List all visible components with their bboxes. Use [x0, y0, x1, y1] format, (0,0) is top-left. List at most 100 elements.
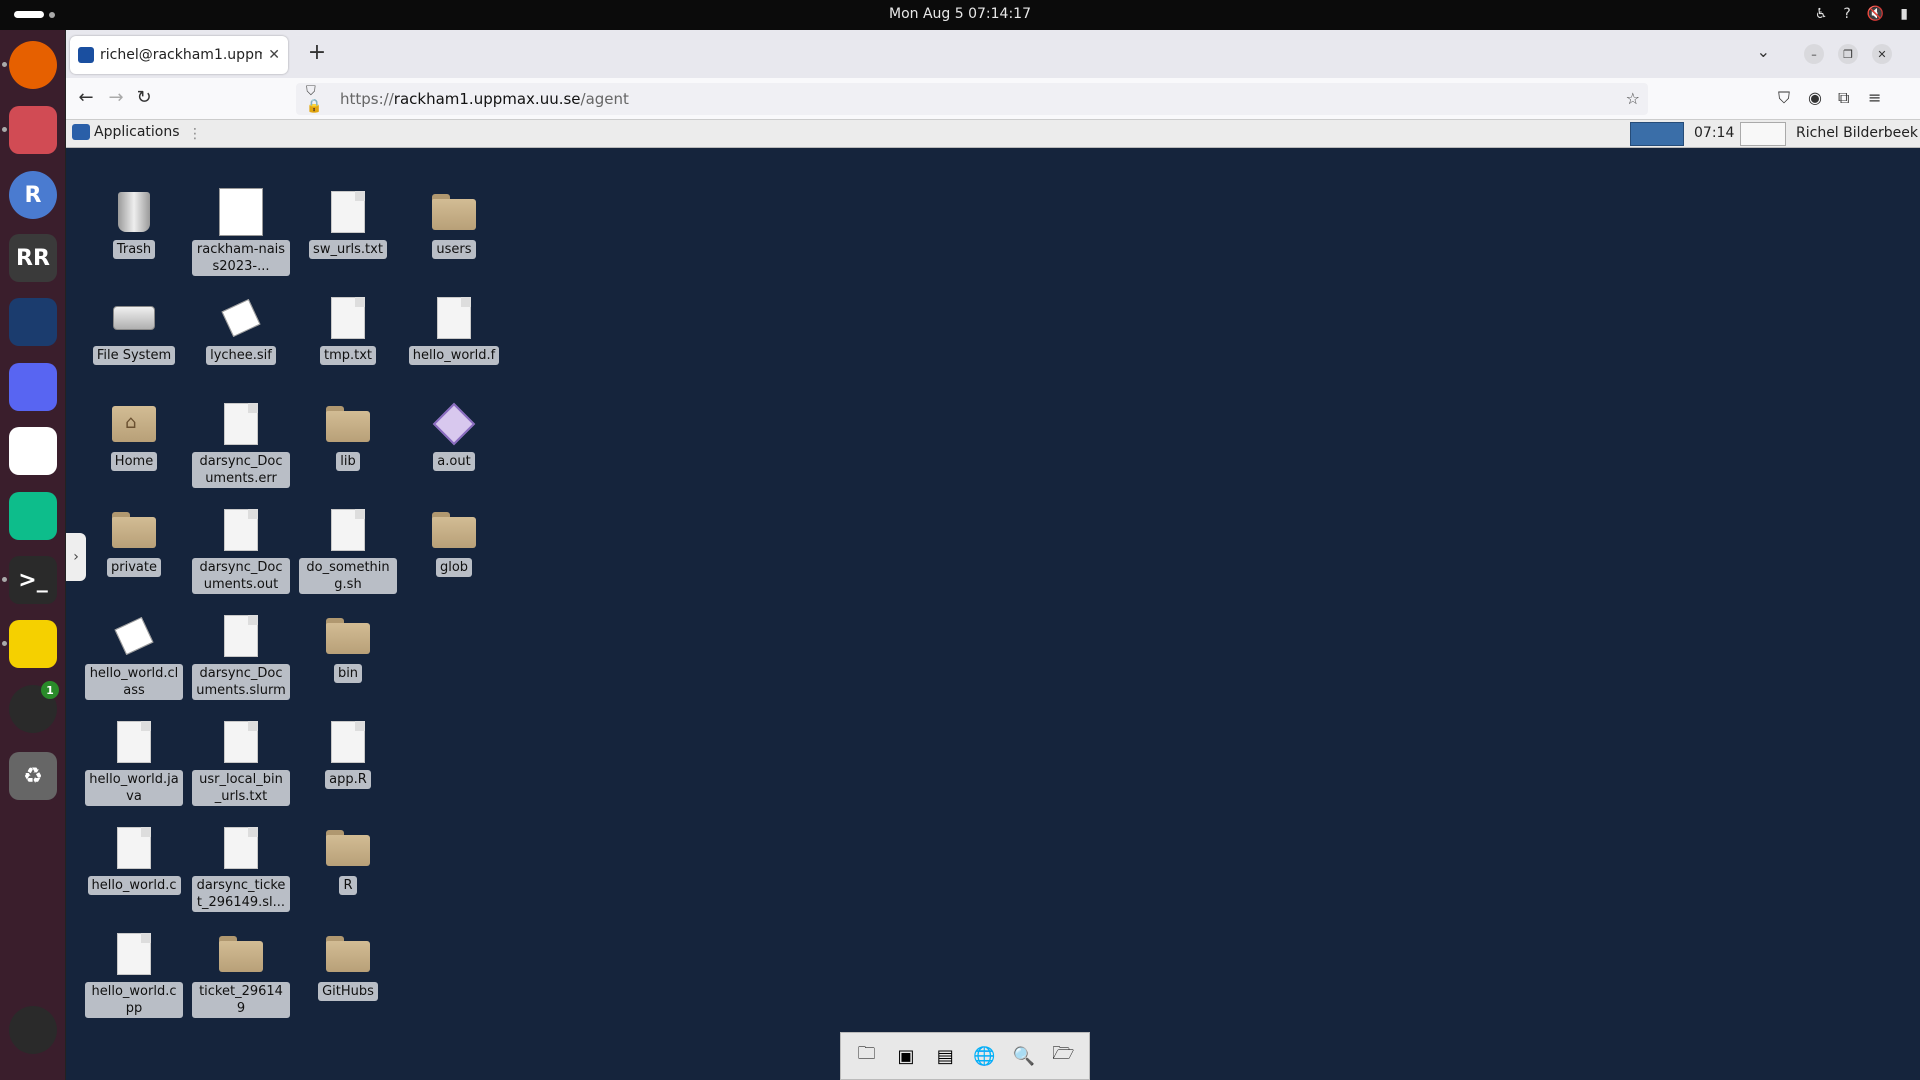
- desktop-icon[interactable]: GitHubs: [298, 932, 398, 1001]
- desktop-icon[interactable]: app.R: [298, 720, 398, 789]
- trash-dock-icon[interactable]: ♻: [9, 752, 57, 800]
- remote-desktop-view[interactable]: Applications ⋮ 07:14 Richel Bilderbeek T…: [66, 120, 1920, 1080]
- desktop-icon[interactable]: darsync_Documents.slurm: [191, 614, 291, 700]
- desktop-icon-label: hello_world.f: [408, 346, 500, 365]
- clock-app-icon[interactable]: 1: [9, 681, 59, 733]
- desktop-icon-label: rackham-naiss2023-...: [192, 240, 290, 276]
- desktop-icon-label: app.R: [325, 770, 371, 789]
- desktop-icon-label: do_something.sh: [299, 558, 397, 594]
- desktop-icon-label: hello_world.cpp: [85, 982, 183, 1018]
- battery-icon[interactable]: ▮: [1900, 6, 1908, 22]
- show-apps-icon[interactable]: [9, 1006, 57, 1054]
- web-browser-launcher-icon[interactable]: 🌐: [967, 1040, 1003, 1072]
- folder-launcher-icon[interactable]: 🗁: [1045, 1040, 1081, 1072]
- script-file-icon: [326, 508, 370, 552]
- desktop-icon[interactable]: lychee.sif: [191, 296, 291, 365]
- desktop-icon[interactable]: darsync_Documents.out: [191, 508, 291, 594]
- steam-icon[interactable]: [9, 298, 57, 346]
- pocket-icon[interactable]: ⛉: [1778, 88, 1790, 108]
- side-expander-button[interactable]: ›: [66, 533, 86, 581]
- desktop-icon-label: users: [432, 240, 476, 259]
- desktop-icon[interactable]: ticket_296149: [191, 932, 291, 1018]
- applications-menu[interactable]: Applications: [72, 124, 180, 140]
- desktop-icon[interactable]: tmp.txt: [298, 296, 398, 365]
- close-window-button[interactable]: ✕: [1872, 44, 1892, 64]
- desktop-icon[interactable]: usr_local_bin_urls.txt: [191, 720, 291, 806]
- bookmark-star-icon[interactable]: ☆: [1626, 89, 1640, 108]
- script-file-icon: [219, 826, 263, 870]
- desktop-icon[interactable]: lib: [298, 402, 398, 471]
- volume-icon[interactable]: 🔇: [1867, 6, 1884, 22]
- desktop-icon[interactable]: glob: [404, 508, 504, 577]
- desktop-icon-label: bin: [333, 664, 363, 683]
- system-clock[interactable]: Mon Aug 5 07:14:17: [0, 6, 1920, 22]
- desktop-icon[interactable]: Trash: [84, 190, 184, 259]
- desktop-icon-label: hello_world.c: [87, 876, 181, 895]
- slack-icon[interactable]: [9, 427, 57, 475]
- panel-clock[interactable]: 07:14: [1694, 125, 1734, 141]
- discord-icon[interactable]: [9, 363, 57, 411]
- list-all-tabs-icon[interactable]: ⌄: [1757, 42, 1770, 61]
- back-button[interactable]: ←: [74, 87, 98, 108]
- desktop-icon[interactable]: rackham-naiss2023-...: [191, 188, 291, 276]
- search-launcher-icon[interactable]: 🔍: [1006, 1040, 1042, 1072]
- element-icon[interactable]: [9, 492, 57, 540]
- desktop-icon[interactable]: hello_world.c: [84, 826, 184, 895]
- desktop-icon[interactable]: bin: [298, 614, 398, 683]
- rstudio-icon[interactable]: RR: [9, 234, 57, 282]
- desktop-icon-label: a.out: [433, 452, 475, 471]
- files-icon[interactable]: [2, 106, 57, 154]
- desktop-icon[interactable]: hello_world.java: [84, 720, 184, 806]
- text-editor-icon[interactable]: [2, 620, 57, 668]
- desktop-icon[interactable]: users: [404, 190, 504, 259]
- system-tray[interactable]: ♿ ? 🔇 ▮: [1815, 6, 1908, 22]
- url-text[interactable]: https://rackham1.uppmax.uu.se/agent: [340, 90, 629, 108]
- terminal-icon[interactable]: >_: [2, 556, 57, 604]
- reload-button[interactable]: ↻: [132, 87, 156, 108]
- desktop-icon-label: Trash: [112, 240, 156, 259]
- text-file-icon: [112, 720, 156, 764]
- url-bar[interactable]: ⛉ 🔒 https://rackham1.uppmax.uu.se/agent …: [296, 83, 1648, 115]
- desktop-icon[interactable]: hello_world.cpp: [84, 932, 184, 1018]
- workspace-switcher[interactable]: [1630, 122, 1684, 146]
- menu-icon[interactable]: ≡: [1868, 88, 1881, 107]
- desktop-icon[interactable]: darsync_ticket_296149.sl...: [191, 826, 291, 912]
- desktop-icon-label: darsync_Documents.slurm: [192, 664, 290, 700]
- firefox-window: richel@rackham1.uppmax ✕ + ⌄ – ❐ ✕ ← → ↻…: [66, 30, 1920, 1080]
- desktop-icon[interactable]: sw_urls.txt: [298, 190, 398, 259]
- firefox-icon[interactable]: [2, 41, 57, 89]
- shield-lock-icon[interactable]: ⛉ 🔒: [306, 84, 332, 114]
- desktop-icon[interactable]: hello_world.f: [404, 296, 504, 365]
- desktop-icon-label: sw_urls.txt: [309, 240, 387, 259]
- user-menu[interactable]: Richel Bilderbeek: [1796, 125, 1918, 141]
- network-monitor-icon[interactable]: [1740, 122, 1786, 146]
- r-icon[interactable]: R: [9, 171, 57, 219]
- desktop-icon[interactable]: do_something.sh: [298, 508, 398, 594]
- home-folder-launcher-icon[interactable]: 🗀: [849, 1040, 885, 1072]
- account-icon[interactable]: ◉: [1808, 88, 1822, 107]
- folder-icon: [112, 508, 156, 552]
- network-icon[interactable]: ?: [1843, 6, 1850, 22]
- executable-icon: [432, 402, 476, 446]
- desktop-icon[interactable]: R: [298, 826, 398, 895]
- tab-remote-desktop[interactable]: richel@rackham1.uppmax ✕: [70, 36, 288, 74]
- desktop-icon-label: hello_world.class: [85, 664, 183, 700]
- desktop-icon-label: darsync_Documents.out: [192, 558, 290, 594]
- file-cabinet-launcher-icon[interactable]: ▤: [927, 1040, 963, 1072]
- desktop-icon[interactable]: File System: [84, 296, 184, 365]
- desktop-icon[interactable]: Home: [84, 402, 184, 471]
- maximize-button[interactable]: ❐: [1838, 44, 1858, 64]
- minimize-button[interactable]: –: [1804, 44, 1824, 64]
- accessibility-icon[interactable]: ♿: [1815, 6, 1828, 22]
- desktop-icon[interactable]: a.out: [404, 402, 504, 471]
- desktop-icon[interactable]: darsync_Documents.err: [191, 402, 291, 488]
- extensions-icon[interactable]: ⧉: [1838, 88, 1849, 108]
- text-file-icon: [432, 296, 476, 340]
- desktop-icon-label: lychee.sif: [206, 346, 276, 365]
- desktop-icon[interactable]: hello_world.class: [84, 614, 184, 700]
- close-tab-icon[interactable]: ✕: [268, 47, 280, 63]
- forward-button[interactable]: →: [104, 87, 128, 108]
- new-tab-button[interactable]: +: [302, 40, 332, 68]
- terminal-launcher-icon[interactable]: ▣: [888, 1040, 924, 1072]
- desktop-icon[interactable]: private: [84, 508, 184, 577]
